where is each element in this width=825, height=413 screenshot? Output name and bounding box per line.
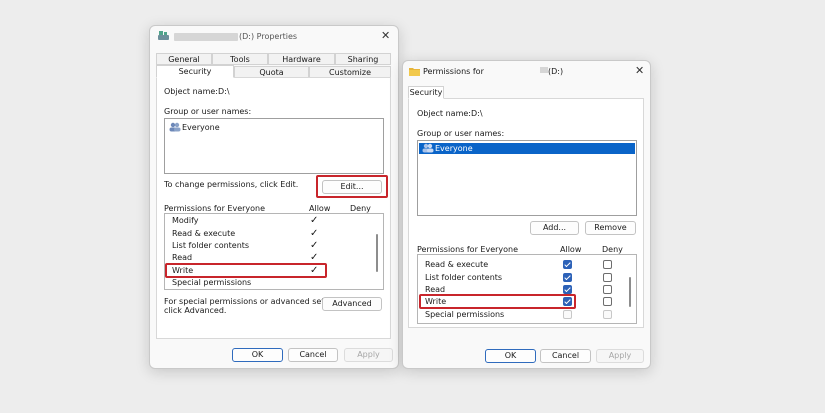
allow-checkbox[interactable] <box>563 273 572 282</box>
window-title: (D:) Properties <box>239 32 298 41</box>
remove-button[interactable]: Remove <box>585 221 636 235</box>
close-icon[interactable]: ✕ <box>381 30 390 41</box>
drive-icon <box>158 31 169 43</box>
permission-list-folder: List folder contents <box>425 273 503 282</box>
permission-read: Read <box>172 253 193 262</box>
user-name: Everyone <box>435 144 473 153</box>
ok-button[interactable]: OK <box>232 348 283 362</box>
tab-sharing[interactable]: Sharing <box>335 53 391 65</box>
tab-security[interactable]: Security <box>156 65 234 78</box>
apply-button[interactable]: Apply <box>596 349 644 363</box>
permissions-list[interactable]: Read & execute List folder contents Read… <box>417 254 637 324</box>
allow-checkbox[interactable] <box>563 285 572 294</box>
list-item-selected[interactable]: Everyone <box>419 143 635 154</box>
permission-special: Special permissions <box>172 278 252 287</box>
folder-icon <box>409 67 420 78</box>
check-icon: ✓ <box>310 252 319 263</box>
check-icon: ✓ <box>310 228 319 239</box>
redacted-drive-name <box>540 67 548 73</box>
add-button[interactable]: Add... <box>530 221 579 235</box>
tab-security[interactable]: Security <box>408 86 444 99</box>
window-title-drive: (D:) <box>548 67 564 76</box>
advanced-button[interactable]: Advanced <box>322 297 382 311</box>
ok-button[interactable]: OK <box>485 349 536 363</box>
deny-checkbox[interactable] <box>603 260 612 269</box>
close-icon[interactable]: ✕ <box>635 65 644 76</box>
write-highlight <box>419 294 576 309</box>
window-title: Permissions for <box>423 67 484 76</box>
scrollbar[interactable] <box>629 277 631 307</box>
write-highlight <box>165 263 327 278</box>
deny-checkbox[interactable] <box>603 297 612 306</box>
permission-special: Special permissions <box>425 310 505 319</box>
cancel-button[interactable]: Cancel <box>288 348 338 362</box>
redacted-drive-name <box>174 33 238 41</box>
deny-checkbox[interactable] <box>603 273 612 282</box>
group-label: Group or user names: <box>164 107 252 116</box>
users-icon <box>169 122 181 134</box>
object-name-label: Object name: <box>417 109 471 118</box>
cancel-button[interactable]: Cancel <box>540 349 591 363</box>
permission-read-execute: Read & execute <box>425 260 489 269</box>
properties-window: (D:) Properties ✕ General Tools Hardware… <box>149 25 399 369</box>
permission-modify: Modify <box>172 216 199 225</box>
allow-checkbox[interactable] <box>563 310 572 319</box>
permission-read-execute: Read & execute <box>172 229 236 238</box>
deny-checkbox[interactable] <box>603 310 612 319</box>
object-name-value: D:\ <box>218 87 230 96</box>
deny-checkbox[interactable] <box>603 285 612 294</box>
users-icon <box>422 143 434 155</box>
group-list[interactable]: Everyone <box>164 118 384 174</box>
permission-list-folder: List folder contents <box>172 241 250 250</box>
check-icon: ✓ <box>310 215 319 226</box>
object-name-value: D:\ <box>471 109 483 118</box>
group-label: Group or user names: <box>417 129 505 138</box>
advanced-text-2: click Advanced. <box>164 306 227 315</box>
allow-checkbox[interactable] <box>563 260 572 269</box>
change-permissions-text: To change permissions, click Edit. <box>164 180 299 189</box>
scrollbar[interactable] <box>376 234 378 272</box>
group-list[interactable]: Everyone <box>417 140 637 216</box>
apply-button[interactable]: Apply <box>344 348 393 362</box>
tab-general[interactable]: General <box>156 53 212 65</box>
permissions-window: Permissions for (D:) ✕ Security Object n… <box>402 60 651 369</box>
user-name: Everyone <box>182 123 220 132</box>
tab-tools[interactable]: Tools <box>212 53 268 65</box>
permissions-list[interactable]: Modify ✓ Read & execute ✓ List folder co… <box>164 213 384 290</box>
object-name-label: Object name: <box>164 87 218 96</box>
tab-hardware[interactable]: Hardware <box>268 53 335 65</box>
check-icon: ✓ <box>310 240 319 251</box>
edit-highlight <box>316 175 388 198</box>
